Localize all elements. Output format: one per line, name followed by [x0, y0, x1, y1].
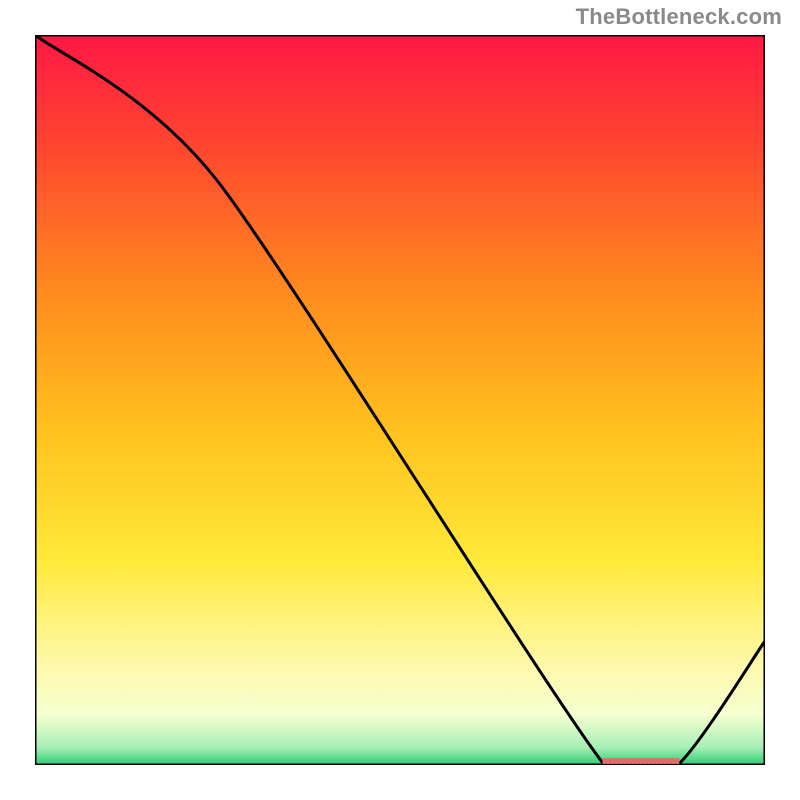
- watermark-text: TheBottleneck.com: [576, 4, 782, 30]
- optimal-marker: [602, 758, 679, 764]
- plot-area: [35, 35, 765, 765]
- gradient-background: [35, 35, 765, 765]
- chart-container: TheBottleneck.com: [0, 0, 800, 800]
- chart-svg: [35, 35, 765, 765]
